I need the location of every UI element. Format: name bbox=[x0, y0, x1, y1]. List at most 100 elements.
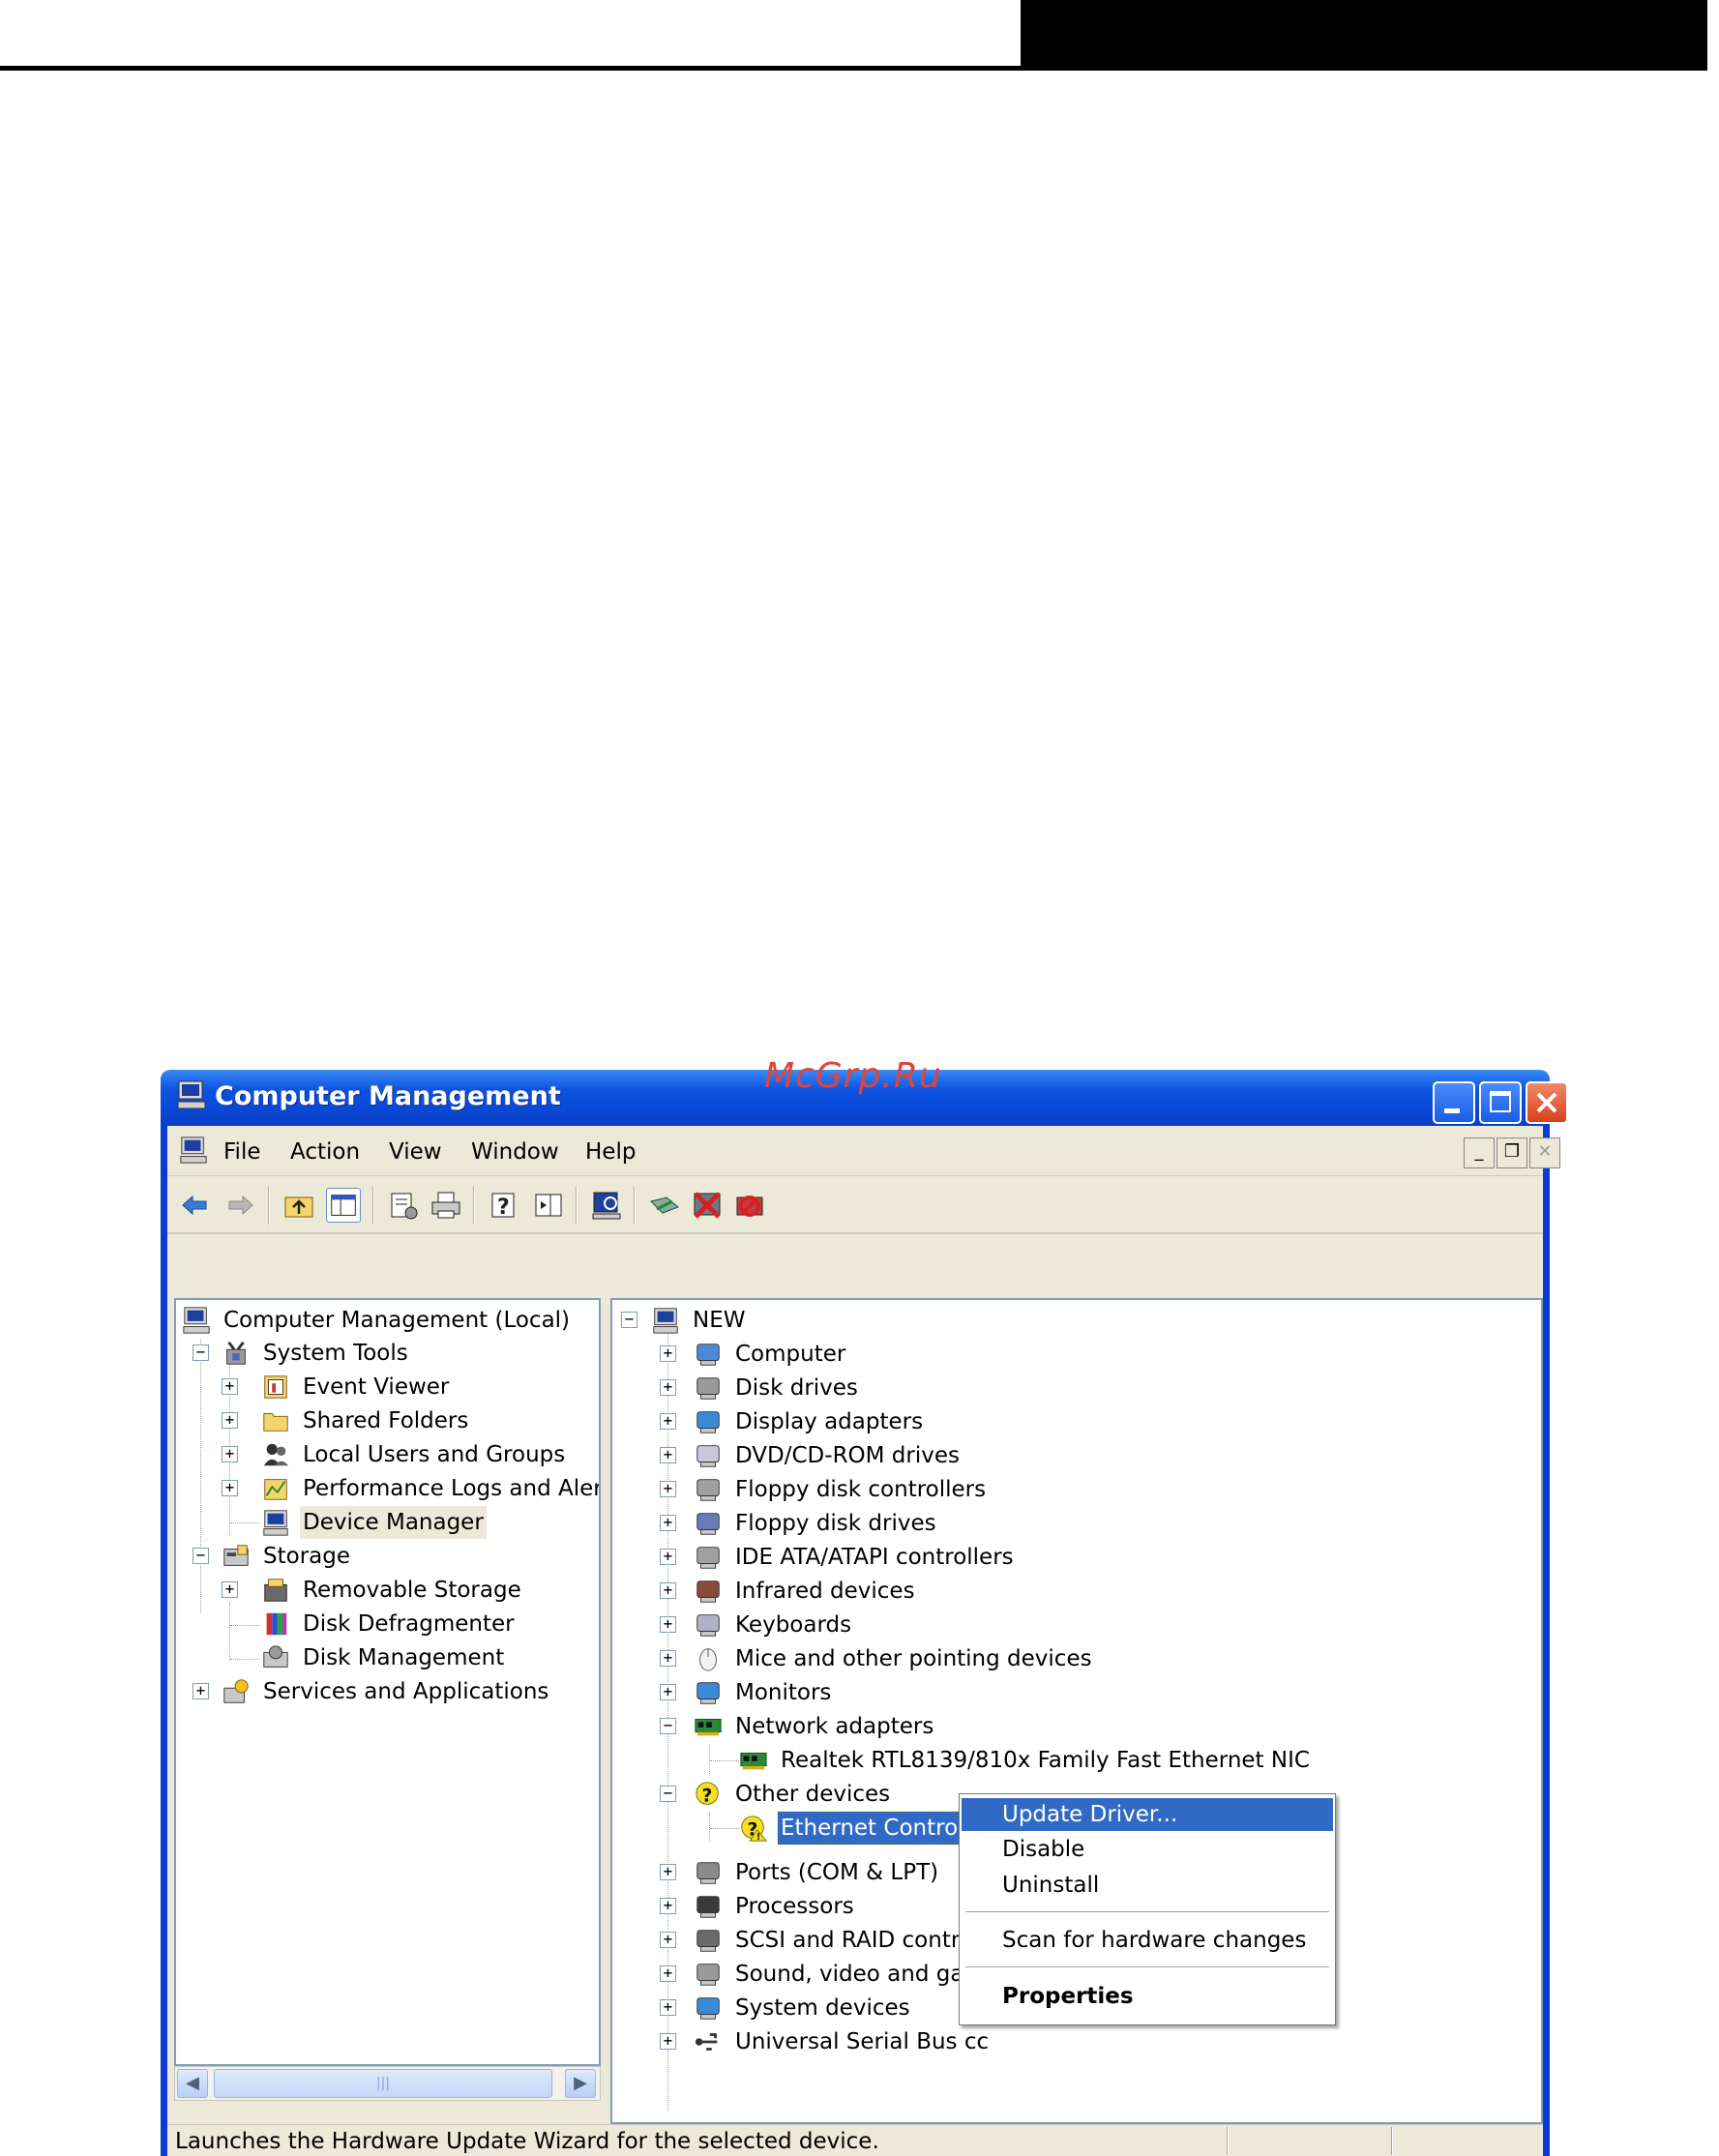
properties-menu-item[interactable]: Properties bbox=[962, 1980, 1333, 2013]
unknown-device-icon: ? bbox=[696, 1782, 719, 1807]
expand-toggle[interactable]: + bbox=[222, 1480, 238, 1496]
tree-item-label: Computer Management (Local) bbox=[223, 1308, 571, 1333]
back-arrow-icon[interactable] bbox=[177, 1188, 212, 1223]
expand-toggle[interactable]: + bbox=[660, 1684, 676, 1700]
show-hide-tree-icon[interactable] bbox=[326, 1188, 361, 1223]
menu-file[interactable]: File bbox=[223, 1139, 261, 1165]
context-menu: Update Driver... Disable Uninstall Scan … bbox=[959, 1793, 1336, 2025]
uninstall-device-icon[interactable] bbox=[732, 1188, 767, 1223]
tree-item-label: Other devices bbox=[735, 1782, 891, 1807]
horizontal-scrollbar[interactable]: ◀ ||| ▶ bbox=[174, 2066, 601, 2101]
expand-toggle[interactable]: + bbox=[660, 1515, 676, 1531]
expand-toggle[interactable]: + bbox=[660, 1932, 676, 1948]
help-icon[interactable]: ? bbox=[487, 1188, 521, 1223]
properties-icon[interactable] bbox=[386, 1188, 421, 1223]
tree-item-label: System Tools bbox=[263, 1341, 408, 1366]
menu-view[interactable]: View bbox=[389, 1139, 442, 1165]
tree-item-label: Computer bbox=[735, 1342, 846, 1367]
expand-toggle[interactable]: + bbox=[222, 1446, 238, 1462]
tree-item-label: Display adapters bbox=[735, 1409, 924, 1434]
floppy-icon bbox=[696, 1513, 720, 1535]
mdi-restore-button[interactable]: ❐ bbox=[1497, 1137, 1527, 1168]
maximize-button[interactable] bbox=[1479, 1081, 1522, 1124]
expand-toggle[interactable]: + bbox=[660, 1898, 676, 1914]
status-bar: Launches the Hardware Update Wizard for … bbox=[167, 2124, 1543, 2156]
action-pane-icon[interactable] bbox=[531, 1188, 566, 1223]
disk-management-icon bbox=[263, 1645, 288, 1668]
expand-toggle[interactable]: + bbox=[222, 1378, 238, 1395]
minimize-button[interactable] bbox=[1433, 1081, 1475, 1124]
print-icon[interactable] bbox=[429, 1188, 463, 1223]
forward-arrow-icon[interactable] bbox=[223, 1188, 258, 1223]
expand-toggle[interactable]: + bbox=[660, 1447, 676, 1463]
expand-toggle[interactable]: + bbox=[660, 2033, 676, 2050]
expand-toggle[interactable]: + bbox=[660, 1345, 676, 1362]
uninstall-menu-item[interactable]: Uninstall bbox=[962, 1869, 1333, 1902]
tree-item-label: Disk Management bbox=[303, 1645, 505, 1670]
toolbar: ? bbox=[167, 1176, 1543, 1234]
expand-toggle[interactable]: + bbox=[660, 1616, 676, 1633]
scan-hardware-menu-item[interactable]: Scan for hardware changes bbox=[962, 1924, 1333, 1957]
update-driver-icon[interactable] bbox=[647, 1188, 682, 1223]
expand-toggle[interactable]: + bbox=[660, 1549, 676, 1565]
close-button[interactable] bbox=[1526, 1081, 1568, 1124]
collapse-toggle[interactable]: − bbox=[193, 1344, 209, 1361]
tree-item-label: Ports (COM & LPT) bbox=[735, 1860, 939, 1885]
expand-toggle[interactable]: + bbox=[660, 1413, 676, 1430]
tree-item-label: IDE ATA/ATAPI controllers bbox=[735, 1545, 1014, 1570]
tree-item-label: Network adapters bbox=[735, 1714, 934, 1739]
collapse-toggle[interactable]: − bbox=[621, 1312, 637, 1328]
menu-action[interactable]: Action bbox=[290, 1139, 360, 1165]
svg-text:!: ! bbox=[756, 1832, 760, 1843]
console-tree-pane[interactable]: Computer Management (Local) − System Too… bbox=[174, 1298, 601, 2066]
tools-icon bbox=[226, 1341, 246, 1365]
menu-help[interactable]: Help bbox=[585, 1139, 636, 1165]
scan-hardware-icon[interactable] bbox=[589, 1188, 624, 1223]
expand-toggle[interactable]: + bbox=[660, 1481, 676, 1497]
collapse-toggle[interactable]: − bbox=[193, 1548, 209, 1564]
expand-toggle[interactable]: + bbox=[222, 1581, 238, 1598]
menu-window[interactable]: Window bbox=[471, 1139, 559, 1165]
disable-device-icon[interactable] bbox=[690, 1188, 725, 1223]
tree-item-label: Storage bbox=[263, 1544, 350, 1569]
tree-item-label: Services and Applications bbox=[263, 1679, 549, 1704]
expand-toggle[interactable]: + bbox=[193, 1683, 209, 1699]
collapse-toggle[interactable]: − bbox=[660, 1718, 676, 1734]
performance-icon bbox=[264, 1479, 287, 1500]
expand-toggle[interactable]: + bbox=[660, 1582, 676, 1599]
expand-toggle[interactable]: + bbox=[660, 1650, 676, 1667]
toolbar-separator bbox=[372, 1186, 374, 1225]
document-header-block bbox=[1021, 0, 1707, 71]
window-client-area: File Action View Window Help _ ❐ ✕ ? Com… bbox=[167, 1126, 1560, 2156]
scsi-icon bbox=[696, 1930, 720, 1952]
up-folder-icon[interactable] bbox=[282, 1188, 316, 1223]
expand-toggle[interactable]: + bbox=[660, 1999, 676, 2016]
expand-toggle[interactable]: + bbox=[660, 1864, 676, 1880]
tree-item-label: Device Manager bbox=[300, 1506, 487, 1539]
tree-item-label: Local Users and Groups bbox=[303, 1442, 566, 1467]
sound-icon bbox=[696, 1964, 720, 1986]
mdi-close-button[interactable]: ✕ bbox=[1529, 1137, 1560, 1168]
tree-line bbox=[230, 1659, 259, 1660]
mdi-minimize-button[interactable]: _ bbox=[1464, 1137, 1495, 1168]
expand-toggle[interactable]: + bbox=[222, 1412, 238, 1429]
computer-icon bbox=[183, 1307, 210, 1334]
toolbar-separator bbox=[473, 1186, 475, 1225]
update-driver-menu-item[interactable]: Update Driver... bbox=[962, 1798, 1333, 1831]
system-icon bbox=[696, 1997, 720, 2020]
expand-toggle[interactable]: + bbox=[660, 1379, 676, 1396]
tree-item-label: Removable Storage bbox=[303, 1578, 521, 1603]
collapse-toggle[interactable]: − bbox=[660, 1786, 676, 1802]
disable-menu-item[interactable]: Disable bbox=[962, 1833, 1333, 1866]
close-icon bbox=[1536, 1092, 1557, 1113]
scroll-right-button[interactable]: ▶ bbox=[565, 2069, 596, 2098]
scroll-left-button[interactable]: ◀ bbox=[177, 2069, 208, 2098]
tree-line bbox=[709, 1813, 710, 1842]
tree-item-label: Shared Folders bbox=[303, 1408, 469, 1433]
menu-separator bbox=[965, 1911, 1329, 1912]
expand-toggle[interactable]: + bbox=[660, 1965, 676, 1982]
controller-icon bbox=[696, 1479, 720, 1501]
scroll-thumb[interactable]: ||| bbox=[214, 2069, 552, 2098]
keyboard-icon bbox=[696, 1614, 720, 1637]
tree-line bbox=[709, 1745, 710, 1774]
